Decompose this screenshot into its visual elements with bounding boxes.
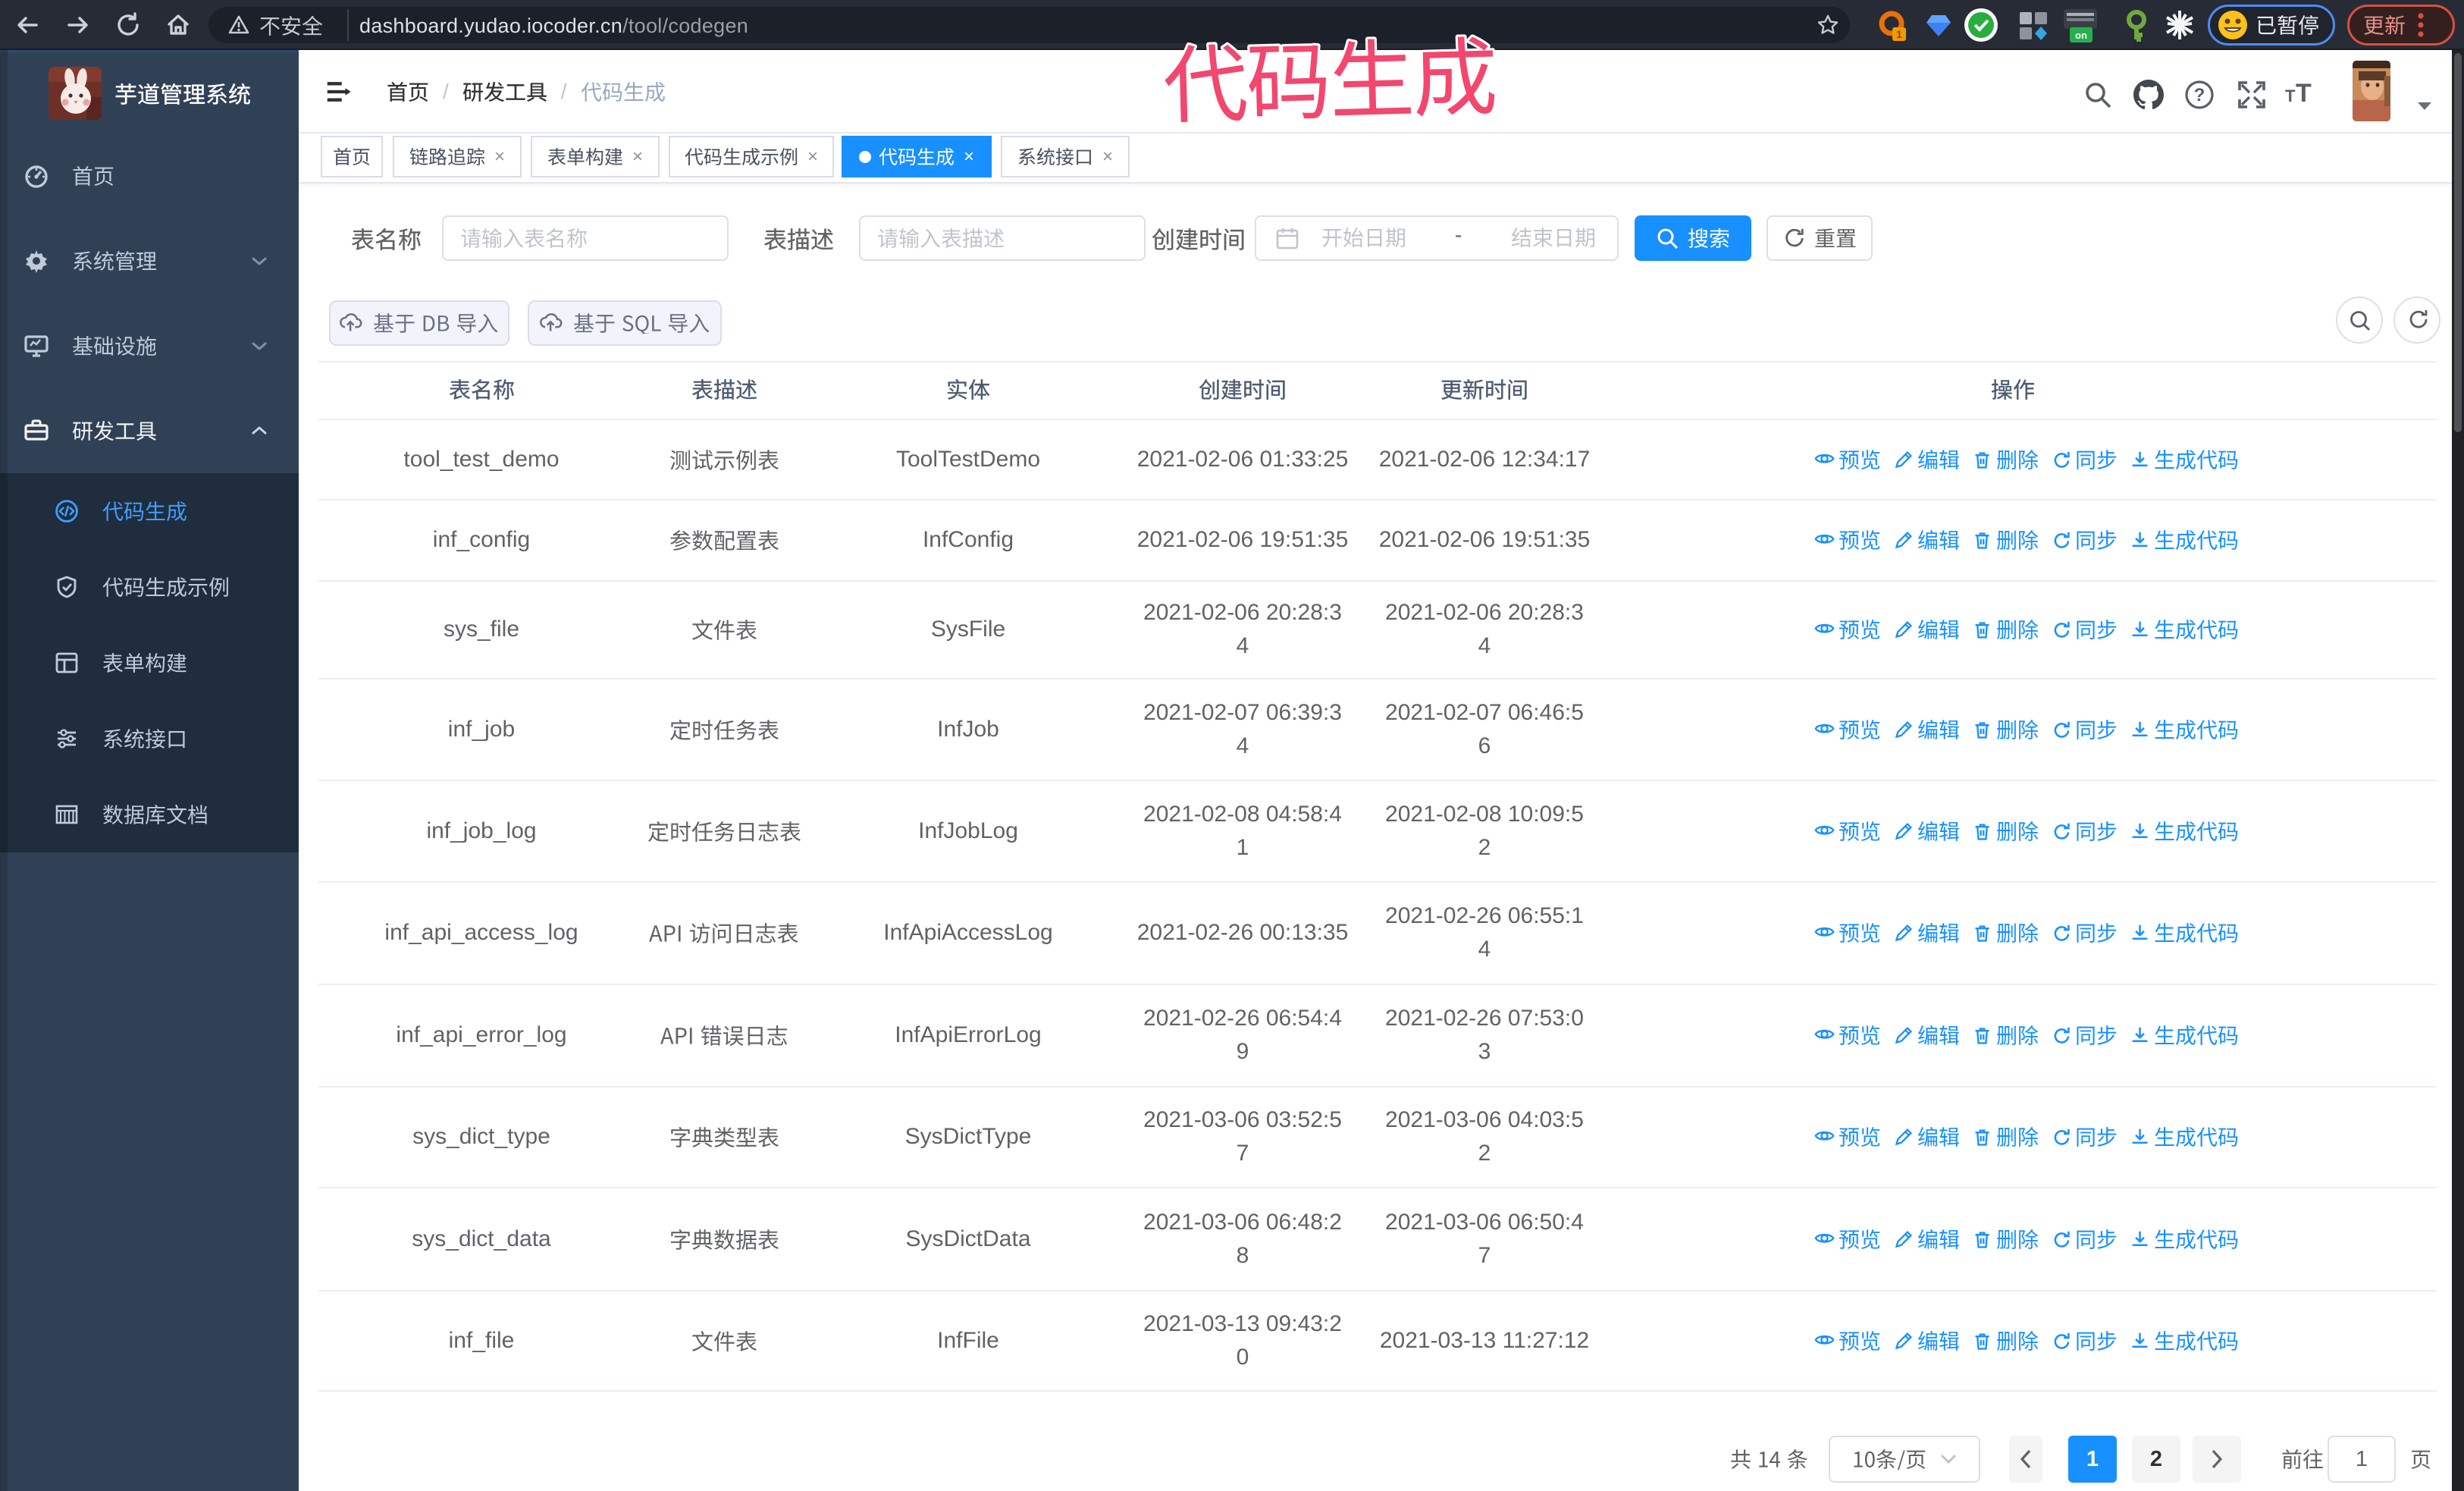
svg-text:1: 1 — [1896, 28, 1902, 40]
svg-text:T: T — [2296, 79, 2312, 108]
svg-text:T: T — [2285, 86, 2296, 105]
svg-text:?: ? — [2194, 85, 2205, 105]
svg-text:on: on — [2075, 30, 2087, 41]
